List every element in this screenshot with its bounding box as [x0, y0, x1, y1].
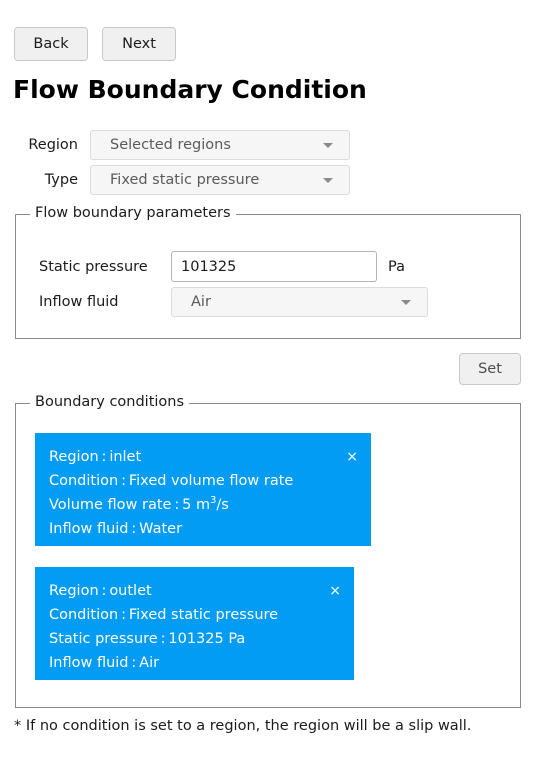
- boundary-conditions-group: Boundary conditions Region : inlet Condi…: [15, 394, 521, 708]
- static-pressure-label: Static pressure: [39, 258, 148, 275]
- chevron-down-icon: [401, 300, 411, 305]
- static-pressure-row: Static pressure Pa: [39, 251, 405, 282]
- bc-value-line: Volume flow rate : 5 m3/s: [35, 493, 371, 517]
- bc-fluid-line: Inflow fluid : Air: [49, 655, 160, 671]
- boundary-conditions-title: Boundary conditions: [30, 394, 190, 410]
- static-pressure-input[interactable]: [171, 251, 377, 282]
- static-pressure-unit: Pa: [388, 258, 405, 275]
- navigation-bar: Back Next: [14, 27, 176, 61]
- next-button[interactable]: Next: [102, 27, 176, 61]
- bc-region-line: Region : inlet: [49, 449, 142, 465]
- chevron-down-icon: [323, 178, 333, 183]
- inflow-fluid-dropdown[interactable]: Air: [171, 287, 428, 317]
- close-icon[interactable]: ×: [346, 445, 358, 469]
- region-row: Region Selected regions: [0, 130, 350, 160]
- bc-region-line: Region : outlet: [49, 583, 152, 599]
- page-title: Flow Boundary Condition: [13, 75, 367, 104]
- slip-wall-footnote: * If no condition is set to a region, th…: [14, 718, 472, 734]
- region-label: Region: [28, 137, 78, 153]
- bc-fluid-line: Inflow fluid : Water: [49, 521, 183, 537]
- close-icon[interactable]: ×: [329, 579, 341, 603]
- flow-boundary-parameters-title: Flow boundary parameters: [30, 205, 236, 221]
- bc-condition-line: Condition : Fixed volume flow rate: [49, 473, 294, 489]
- type-row: Type Fixed static pressure: [0, 165, 350, 195]
- chevron-down-icon: [323, 143, 333, 148]
- region-dropdown-value: Selected regions: [110, 137, 231, 153]
- region-dropdown[interactable]: Selected regions: [90, 130, 350, 160]
- flow-boundary-parameters-group: Flow boundary parameters Static pressure…: [15, 205, 521, 339]
- bc-value-line: Static pressure : 101325 Pa: [35, 627, 354, 651]
- type-dropdown-value: Fixed static pressure: [110, 172, 260, 188]
- type-label: Type: [44, 172, 78, 188]
- inflow-fluid-dropdown-value: Air: [191, 294, 211, 310]
- back-button[interactable]: Back: [14, 27, 88, 61]
- inflow-fluid-row: Inflow fluid Air: [39, 287, 428, 317]
- bc-value-prefix: Volume flow rate : 5 m: [49, 497, 211, 513]
- bc-value-prefix: Static pressure : 101325 Pa: [49, 631, 246, 647]
- type-dropdown[interactable]: Fixed static pressure: [90, 165, 350, 195]
- bc-value-suffix: /s: [216, 497, 229, 513]
- boundary-condition-card[interactable]: Region : inlet Condition : Fixed volume …: [35, 433, 371, 546]
- set-button[interactable]: Set: [459, 353, 521, 385]
- boundary-condition-card[interactable]: Region : outlet Condition : Fixed static…: [35, 567, 354, 680]
- inflow-fluid-label: Inflow fluid: [39, 294, 119, 310]
- bc-condition-line: Condition : Fixed static pressure: [49, 607, 279, 623]
